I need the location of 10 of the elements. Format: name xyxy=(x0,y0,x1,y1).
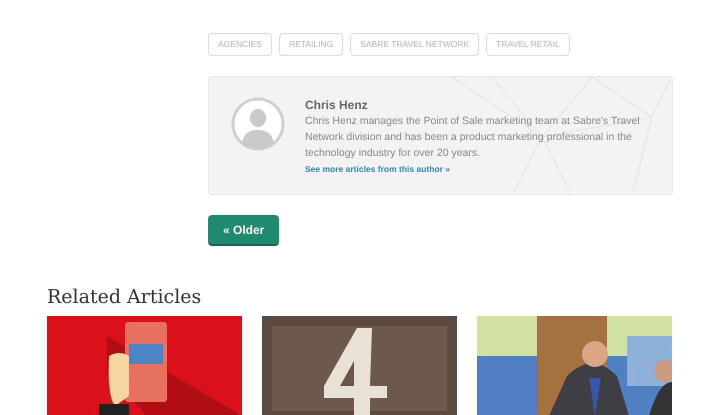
section-heading: Related Articles xyxy=(47,285,202,309)
avatar-icon xyxy=(231,97,285,151)
author-bio: Chris Henz manages the Point of Sale marketing team at Sabre's Travel Network division and has been a product marketing professional in the technology industry for over 20 years. xyxy=(305,114,641,161)
tag-link[interactable]: SABRE TRAVEL NETWORK xyxy=(350,33,480,56)
tag-link[interactable]: RETAILING xyxy=(278,33,344,56)
author-articles-link[interactable]: See more articles from this author » xyxy=(305,163,450,176)
older-button[interactable]: « Older xyxy=(208,215,280,246)
author-name: Chris Henz xyxy=(305,97,369,113)
tag-link[interactable]: AGENCIES xyxy=(208,33,272,56)
tag-link[interactable]: TRAVEL RETAIL xyxy=(486,33,570,56)
